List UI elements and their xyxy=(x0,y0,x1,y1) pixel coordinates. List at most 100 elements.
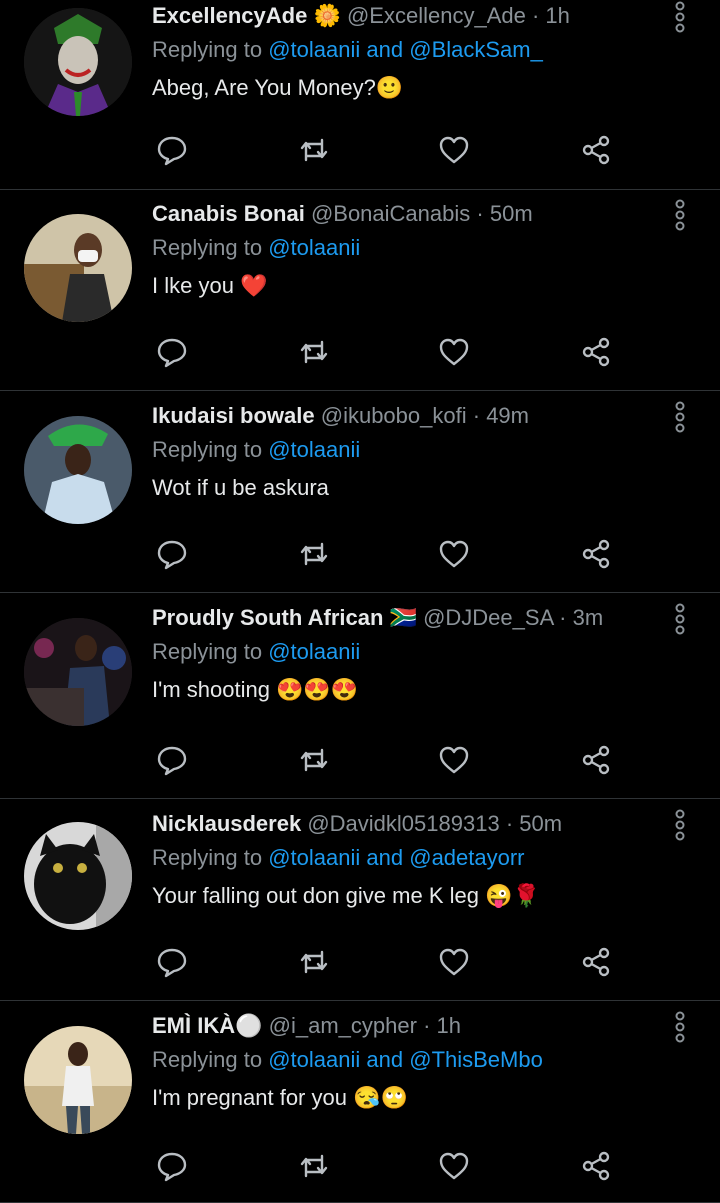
replying-to: Replying to @tolaanii xyxy=(152,436,360,464)
tweet-text: I'm pregnant for you 😪🙄 xyxy=(152,1085,408,1110)
tweet-header: Canabis Bonai @BonaiCanabis · 50m xyxy=(152,200,660,228)
more-vertical-icon[interactable] xyxy=(674,400,686,434)
like-icon[interactable] xyxy=(432,942,476,982)
replying-to-label: Replying to xyxy=(152,845,263,870)
replying-to: Replying to @tolaanii and @adetayorr xyxy=(152,844,525,872)
mention-joiner: and xyxy=(366,37,404,62)
reply-icon[interactable] xyxy=(150,740,194,780)
tweet[interactable]: Proudly South African 🇿🇦 @DJDee_SA · 3m … xyxy=(0,594,720,799)
handle[interactable]: @ikubobo_kofi xyxy=(321,403,467,428)
mention-link[interactable]: @ThisBeMbo xyxy=(409,1047,543,1072)
display-name[interactable]: Canabis Bonai xyxy=(152,201,305,226)
timestamp[interactable]: 1h xyxy=(437,1013,461,1038)
retweet-icon[interactable] xyxy=(292,942,336,982)
tweet-text: Wot if u be askura xyxy=(152,475,329,500)
display-name[interactable]: Nicklausderek xyxy=(152,811,301,836)
flag-badge-emoji: 🇿🇦 xyxy=(389,605,417,630)
timestamp[interactable]: 1h xyxy=(545,3,569,28)
share-icon[interactable] xyxy=(574,1146,618,1186)
reply-icon[interactable] xyxy=(150,1146,194,1186)
display-name[interactable]: ExcellencyAde xyxy=(152,3,307,28)
mention-link[interactable]: @adetayorr xyxy=(409,845,524,870)
like-icon[interactable] xyxy=(432,332,476,372)
share-icon[interactable] xyxy=(574,332,618,372)
like-icon[interactable] xyxy=(432,534,476,574)
share-icon[interactable] xyxy=(574,942,618,982)
tweet[interactable]: Nicklausderek @Davidkl05189313 · 50m Rep… xyxy=(0,800,720,1001)
tweet-header: Nicklausderek @Davidkl05189313 · 50m xyxy=(152,810,660,838)
mention-link[interactable]: @tolaanii xyxy=(268,639,360,664)
separator-dot: · xyxy=(423,1013,431,1038)
tweet[interactable]: EMÌ IKÀ⚪ @i_am_cypher · 1h Replying to @… xyxy=(0,1002,720,1203)
avatar[interactable] xyxy=(24,618,132,726)
tweet-text: I'm shooting 😍😍😍 xyxy=(152,677,359,702)
avatar[interactable] xyxy=(24,1026,132,1134)
more-vertical-icon[interactable] xyxy=(674,1010,686,1044)
handle[interactable]: @DJDee_SA xyxy=(423,605,553,630)
like-icon[interactable] xyxy=(432,740,476,780)
separator-dot: · xyxy=(505,811,514,836)
avatar-image xyxy=(24,1026,132,1134)
replying-to-label: Replying to xyxy=(152,437,263,462)
mention-link[interactable]: @tolaanii xyxy=(268,1047,360,1072)
replying-to: Replying to @tolaanii xyxy=(152,638,360,666)
replying-to-label: Replying to xyxy=(152,639,263,664)
more-vertical-icon[interactable] xyxy=(674,0,686,34)
reply-icon[interactable] xyxy=(150,130,194,170)
separator-dot: · xyxy=(531,3,540,28)
mention-link[interactable]: @BlackSam_ xyxy=(409,37,543,62)
tweet-header: ExcellencyAde 🌼 @Excellency_Ade · 1h xyxy=(152,2,660,30)
retweet-icon[interactable] xyxy=(292,332,336,372)
retweet-icon[interactable] xyxy=(292,534,336,574)
timestamp[interactable]: 49m xyxy=(486,403,529,428)
tweet-actions xyxy=(150,130,630,170)
avatar-image xyxy=(24,822,132,930)
handle[interactable]: @Davidkl05189313 xyxy=(307,811,499,836)
tweet[interactable]: Canabis Bonai @BonaiCanabis · 50m Replyi… xyxy=(0,190,720,391)
mention-link[interactable]: @tolaanii xyxy=(268,37,360,62)
replying-to-label: Replying to xyxy=(152,235,263,260)
tweet[interactable]: ExcellencyAde 🌼 @Excellency_Ade · 1h Rep… xyxy=(0,0,720,190)
mention-link[interactable]: @tolaanii xyxy=(268,845,360,870)
retweet-icon[interactable] xyxy=(292,740,336,780)
like-icon[interactable] xyxy=(432,1146,476,1186)
timestamp[interactable]: 50m xyxy=(490,201,533,226)
display-name[interactable]: EMÌ IKÀ⚪ xyxy=(152,1013,263,1038)
tweet[interactable]: Ikudaisi bowale @ikubobo_kofi · 49m Repl… xyxy=(0,392,720,593)
more-vertical-icon[interactable] xyxy=(674,808,686,842)
timestamp[interactable]: 50m xyxy=(519,811,562,836)
tweet-actions xyxy=(150,942,630,982)
mention-link[interactable]: @tolaanii xyxy=(268,235,360,260)
display-name[interactable]: Ikudaisi bowale xyxy=(152,403,315,428)
handle[interactable]: @Excellency_Ade xyxy=(347,3,526,28)
replying-to: Replying to @tolaanii and @BlackSam_ xyxy=(152,36,543,64)
avatar[interactable] xyxy=(24,416,132,524)
separator-dot: · xyxy=(559,605,567,630)
share-icon[interactable] xyxy=(574,130,618,170)
reply-icon[interactable] xyxy=(150,534,194,574)
timestamp[interactable]: 3m xyxy=(573,605,604,630)
like-icon[interactable] xyxy=(432,130,476,170)
avatar[interactable] xyxy=(24,8,132,116)
reply-icon[interactable] xyxy=(150,942,194,982)
retweet-icon[interactable] xyxy=(292,1146,336,1186)
handle[interactable]: @i_am_cypher xyxy=(269,1013,417,1038)
display-name[interactable]: Proudly South African xyxy=(152,605,383,630)
avatar-image xyxy=(24,8,132,116)
share-icon[interactable] xyxy=(574,534,618,574)
more-vertical-icon[interactable] xyxy=(674,198,686,232)
share-icon[interactable] xyxy=(574,740,618,780)
retweet-icon[interactable] xyxy=(292,130,336,170)
avatar[interactable] xyxy=(24,822,132,930)
tweet-header: EMÌ IKÀ⚪ @i_am_cypher · 1h xyxy=(152,1012,660,1040)
more-vertical-icon[interactable] xyxy=(674,602,686,636)
tweet-text: I lke you ❤️ xyxy=(152,273,268,298)
avatar[interactable] xyxy=(24,214,132,322)
reply-icon[interactable] xyxy=(150,332,194,372)
tweet-header: Ikudaisi bowale @ikubobo_kofi · 49m xyxy=(152,402,660,430)
tweet-actions xyxy=(150,1146,630,1186)
tweet-text: Abeg, Are You Money?🙂 xyxy=(152,75,404,100)
handle[interactable]: @BonaiCanabis xyxy=(311,201,470,226)
separator-dot: · xyxy=(476,201,484,226)
mention-link[interactable]: @tolaanii xyxy=(268,437,360,462)
